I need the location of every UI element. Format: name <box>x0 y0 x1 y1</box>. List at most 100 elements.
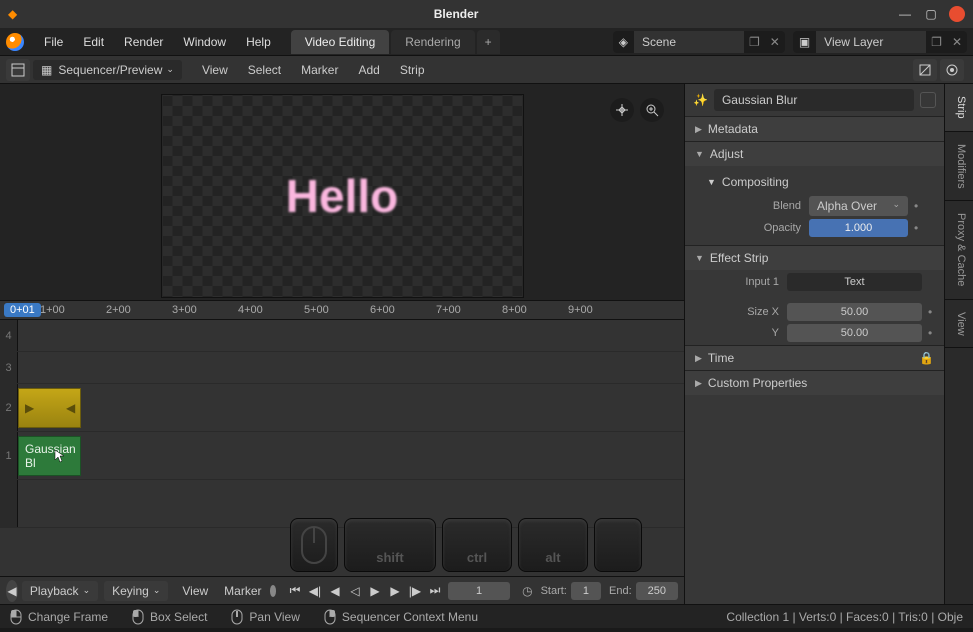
section-adjust[interactable]: ▼ Adjust <box>685 142 944 166</box>
preview-text: Hello <box>286 169 398 223</box>
anim-dot-icon[interactable]: • <box>928 326 936 340</box>
main-area: Hello 0+01 1+00 2+00 3+00 4+00 5+00 6+00… <box>0 84 973 604</box>
tab-add[interactable]: + <box>477 30 500 54</box>
opacity-slider[interactable]: 1.000 <box>809 219 908 237</box>
anim-dot-icon[interactable]: • <box>914 221 922 235</box>
lock-icon[interactable]: 🔒 <box>919 351 934 365</box>
editor-type-button[interactable] <box>6 59 30 81</box>
timeline-ruler[interactable]: 0+01 1+00 2+00 3+00 4+00 5+00 6+00 7+00 … <box>0 300 684 320</box>
scene-new-button[interactable]: ❐ <box>744 35 765 49</box>
scene-icon: ◈ <box>613 35 634 49</box>
text-strip[interactable]: ▶ ◀ <box>18 388 81 428</box>
strip-handle-right-icon[interactable]: ◀ <box>66 389 74 427</box>
viewlayer-name-input[interactable] <box>816 31 926 53</box>
frame-next-button[interactable]: ▶ <box>386 582 404 600</box>
jump-end-button[interactable]: ⏭ <box>426 582 444 600</box>
close-button[interactable] <box>949 6 965 22</box>
effect-icon: ✨ <box>693 93 708 107</box>
input1-field[interactable]: Text <box>787 273 922 291</box>
play-button[interactable]: ▶ <box>366 582 384 600</box>
sizex-input[interactable]: 50.00 <box>787 303 922 321</box>
strip-name-input[interactable] <box>714 89 914 111</box>
collapse-left-button[interactable]: ◀ <box>6 580 18 602</box>
playback-bar: ◀ Playback⌄ Keying⌄ View Marker ⏮ ◀| ◀ ◁… <box>0 576 684 604</box>
anim-dot-icon[interactable]: • <box>928 305 936 319</box>
keyframe-prev-button[interactable]: ◀| <box>306 582 324 600</box>
playback-marker-menu[interactable]: Marker <box>216 581 269 601</box>
ruler-tick: 4+00 <box>238 301 304 316</box>
section-time[interactable]: ▶ Time 🔒 <box>685 346 944 370</box>
end-label: End: <box>609 585 632 597</box>
ruler-tick: 7+00 <box>436 301 502 316</box>
chevron-down-icon: ⌄ <box>892 199 900 213</box>
viewlayer-selector[interactable]: ▣ ❐ ✕ <box>793 31 967 53</box>
scene-delete-button[interactable]: ✕ <box>765 35 785 49</box>
tab-video-editing[interactable]: Video Editing <box>291 30 390 54</box>
ruler-tick: 3+00 <box>172 301 238 316</box>
menu-file[interactable]: File <box>34 31 73 53</box>
current-frame-input[interactable]: 1 <box>448 582 510 600</box>
menu-strip[interactable]: Strip <box>390 59 435 81</box>
sequencer-header: ▦ Sequencer/Preview ⌄ View Select Marker… <box>0 56 973 84</box>
chevron-down-icon: ▼ <box>707 177 716 187</box>
track-channel-4[interactable]: 4 <box>0 320 684 352</box>
scene-selector[interactable]: ◈ ❐ ✕ <box>613 31 785 53</box>
mouse-icon <box>290 518 338 572</box>
tab-view[interactable]: View <box>945 300 973 349</box>
playback-view-menu[interactable]: View <box>174 581 216 601</box>
section-custom-properties[interactable]: ▶ Custom Properties <box>685 371 944 395</box>
tab-proxy-cache[interactable]: Proxy & Cache <box>945 201 973 299</box>
viewlayer-new-button[interactable]: ❐ <box>926 35 947 49</box>
viewlayer-delete-button[interactable]: ✕ <box>947 35 967 49</box>
frame-prev-button[interactable]: ◀ <box>326 582 344 600</box>
pan-view-button[interactable] <box>610 98 634 122</box>
section-metadata[interactable]: ▶ Metadata <box>685 117 944 141</box>
zoom-view-button[interactable] <box>640 98 664 122</box>
section-effect-strip[interactable]: ▼ Effect Strip <box>685 246 944 270</box>
menu-help[interactable]: Help <box>236 31 281 53</box>
subsection-compositing[interactable]: ▼ Compositing <box>707 171 930 193</box>
clock-icon: ◷ <box>522 584 532 598</box>
minimize-button[interactable]: — <box>897 6 913 22</box>
blend-label: Blend <box>743 200 809 212</box>
preview-area[interactable]: Hello <box>0 84 684 300</box>
scene-name-input[interactable] <box>634 31 744 53</box>
mouse-middle-icon <box>231 609 243 625</box>
menu-marker[interactable]: Marker <box>291 59 348 81</box>
preview-shading-button[interactable] <box>913 59 937 81</box>
play-reverse-button[interactable]: ◁ <box>346 582 364 600</box>
keyframe-next-button[interactable]: |▶ <box>406 582 424 600</box>
anim-dot-icon[interactable]: • <box>914 199 922 213</box>
status-stats: Collection 1 | Verts:0 | Faces:0 | Tris:… <box>726 610 963 624</box>
tab-rendering[interactable]: Rendering <box>391 30 474 54</box>
menu-edit[interactable]: Edit <box>73 31 114 53</box>
gaussian-blur-strip[interactable]: Gaussian Bl <box>18 436 81 476</box>
end-frame-input[interactable]: 250 <box>636 582 678 600</box>
sequencer-mode-select[interactable]: ▦ Sequencer/Preview ⌄ <box>33 60 182 80</box>
window-title: Blender <box>25 7 887 21</box>
menu-select[interactable]: Select <box>238 59 291 81</box>
tab-strip[interactable]: Strip <box>945 84 973 132</box>
menu-add[interactable]: Add <box>348 59 389 81</box>
menu-view[interactable]: View <box>192 59 238 81</box>
jump-start-button[interactable]: ⏮ <box>286 582 304 600</box>
start-frame-input[interactable]: 1 <box>571 582 601 600</box>
track-channel-3[interactable]: 3 <box>0 352 684 384</box>
maximize-button[interactable]: ▢ <box>923 6 939 22</box>
tab-modifiers[interactable]: Modifiers <box>945 132 973 202</box>
track-channel-1[interactable]: 1 Gaussian Bl <box>0 432 684 480</box>
strip-handle-left-icon[interactable]: ▶ <box>25 389 33 427</box>
menu-window[interactable]: Window <box>173 31 236 53</box>
sizey-input[interactable]: 50.00 <box>787 324 922 342</box>
playhead-indicator[interactable]: 0+01 <box>4 303 41 317</box>
keying-menu[interactable]: Keying⌄ <box>104 581 168 601</box>
workspace-tabs: Video Editing Rendering + <box>291 30 502 54</box>
menu-render[interactable]: Render <box>114 31 173 53</box>
timeline-tracks[interactable]: 4 3 2 ▶ ◀ 1 Gaussian Bl <box>0 320 684 576</box>
track-channel-2[interactable]: 2 ▶ ◀ <box>0 384 684 432</box>
overlay-toggle-button[interactable] <box>940 59 964 81</box>
pin-toggle[interactable] <box>920 92 936 108</box>
auto-keying-toggle[interactable] <box>270 585 276 597</box>
blend-mode-select[interactable]: Alpha Over ⌄ <box>809 196 908 216</box>
playback-menu[interactable]: Playback⌄ <box>22 581 98 601</box>
